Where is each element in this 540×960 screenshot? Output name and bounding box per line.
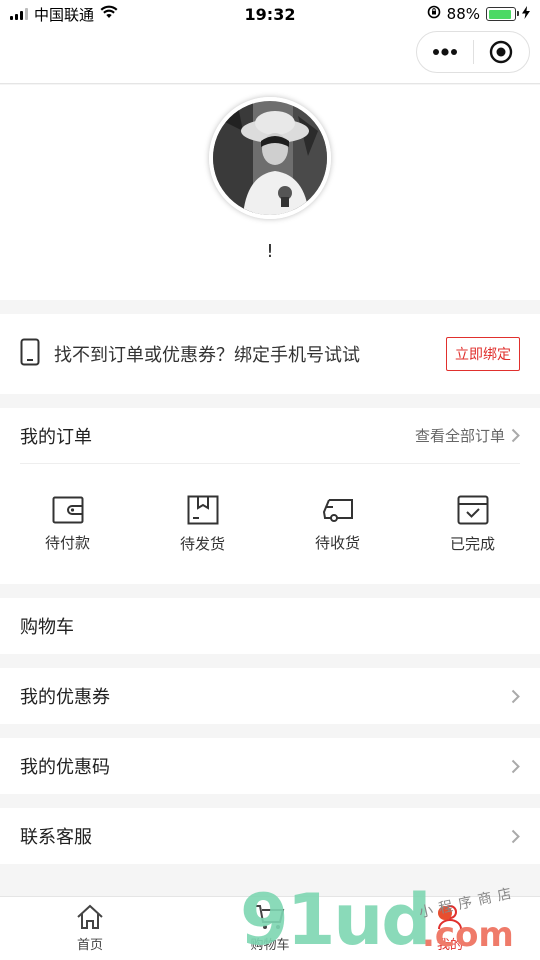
chevron-right-icon [511,759,520,773]
menu-item-cart[interactable]: 购物车 [0,598,540,654]
tab-mine[interactable]: 我的 [360,897,540,960]
tab-label: 购物车 [250,938,290,953]
orders-header: 我的订单 查看全部订单 [20,408,520,464]
avatar-photo-icon [213,101,327,215]
order-status-list: 待付款 待发货 待收货 已完成 [0,464,540,584]
user-name: ! [266,241,274,262]
menu-item-promo-codes[interactable]: 我的优惠码 [0,738,540,794]
menu-item-label: 购物车 [20,617,74,638]
phone-icon [20,338,40,370]
menu-item-coupons[interactable]: 我的优惠券 [0,668,540,724]
user-icon [438,905,462,930]
cart-icon [256,905,285,929]
tab-cart[interactable]: 购物车 [180,897,360,960]
order-status-pending-shipment[interactable]: 待发货 [135,464,270,584]
user-avatar[interactable] [209,97,331,219]
tab-label: 我的 [436,938,463,953]
tab-bar: 首页 购物车 我的 [0,896,540,960]
tab-home[interactable]: 首页 [0,897,180,960]
carrier-name: 中国联通 [34,5,95,24]
order-status-label: 待收货 [314,533,360,552]
chevron-right-icon [511,428,520,443]
order-status-label: 待付款 [44,533,90,552]
wifi-icon [100,5,118,23]
signal-icon [10,8,28,20]
package-box-icon [187,495,218,524]
chevron-right-icon [511,689,520,703]
view-all-orders-label: 查看全部订单 [414,427,505,445]
more-dots-icon[interactable] [417,32,473,72]
home-icon [77,904,103,929]
completed-checkbox-icon [457,495,488,524]
mini-program-capsule [416,31,530,73]
orders-title: 我的订单 [20,426,92,448]
order-status-pending-payment[interactable]: 待付款 [0,464,135,584]
tab-label: 首页 [76,938,103,953]
orientation-lock-icon [427,5,441,23]
profile-section: ! [0,85,540,300]
battery-percent: 88% [446,5,480,23]
chevron-right-icon [511,829,520,843]
menu-item-label: 我的优惠码 [20,757,110,778]
order-status-label: 待发货 [179,534,225,553]
status-right: 88% [427,5,530,23]
status-left: 中国联通 [10,4,118,25]
status-bar: 中国联通 19:32 88% [0,0,540,28]
battery-fill [488,9,511,19]
battery-icon [486,7,519,21]
order-status-pending-receipt[interactable]: 待收货 [270,464,405,584]
order-status-completed[interactable]: 已完成 [405,464,540,584]
orders-section: 我的订单 查看全部订单 待付款 待发货 待收货 已完成 [0,408,540,584]
bind-phone-text: 找不到订单或优惠券？绑定手机号试试 [54,345,360,366]
wallet-icon [52,496,83,523]
bind-phone-row: 找不到订单或优惠券？绑定手机号试试 立即绑定 [0,314,540,394]
nav-bar [0,28,540,84]
menu-item-support[interactable]: 联系客服 [0,808,540,864]
order-status-label: 已完成 [449,534,495,553]
view-all-orders-link[interactable]: 查看全部订单 [415,425,520,446]
menu-item-label: 我的优惠券 [20,687,110,708]
menu-item-label: 联系客服 [20,827,92,848]
bind-now-button[interactable]: 立即绑定 [446,337,520,371]
target-circle-icon[interactable] [474,32,530,72]
delivery-truck-icon [322,498,353,522]
charging-bolt-icon [522,5,530,23]
